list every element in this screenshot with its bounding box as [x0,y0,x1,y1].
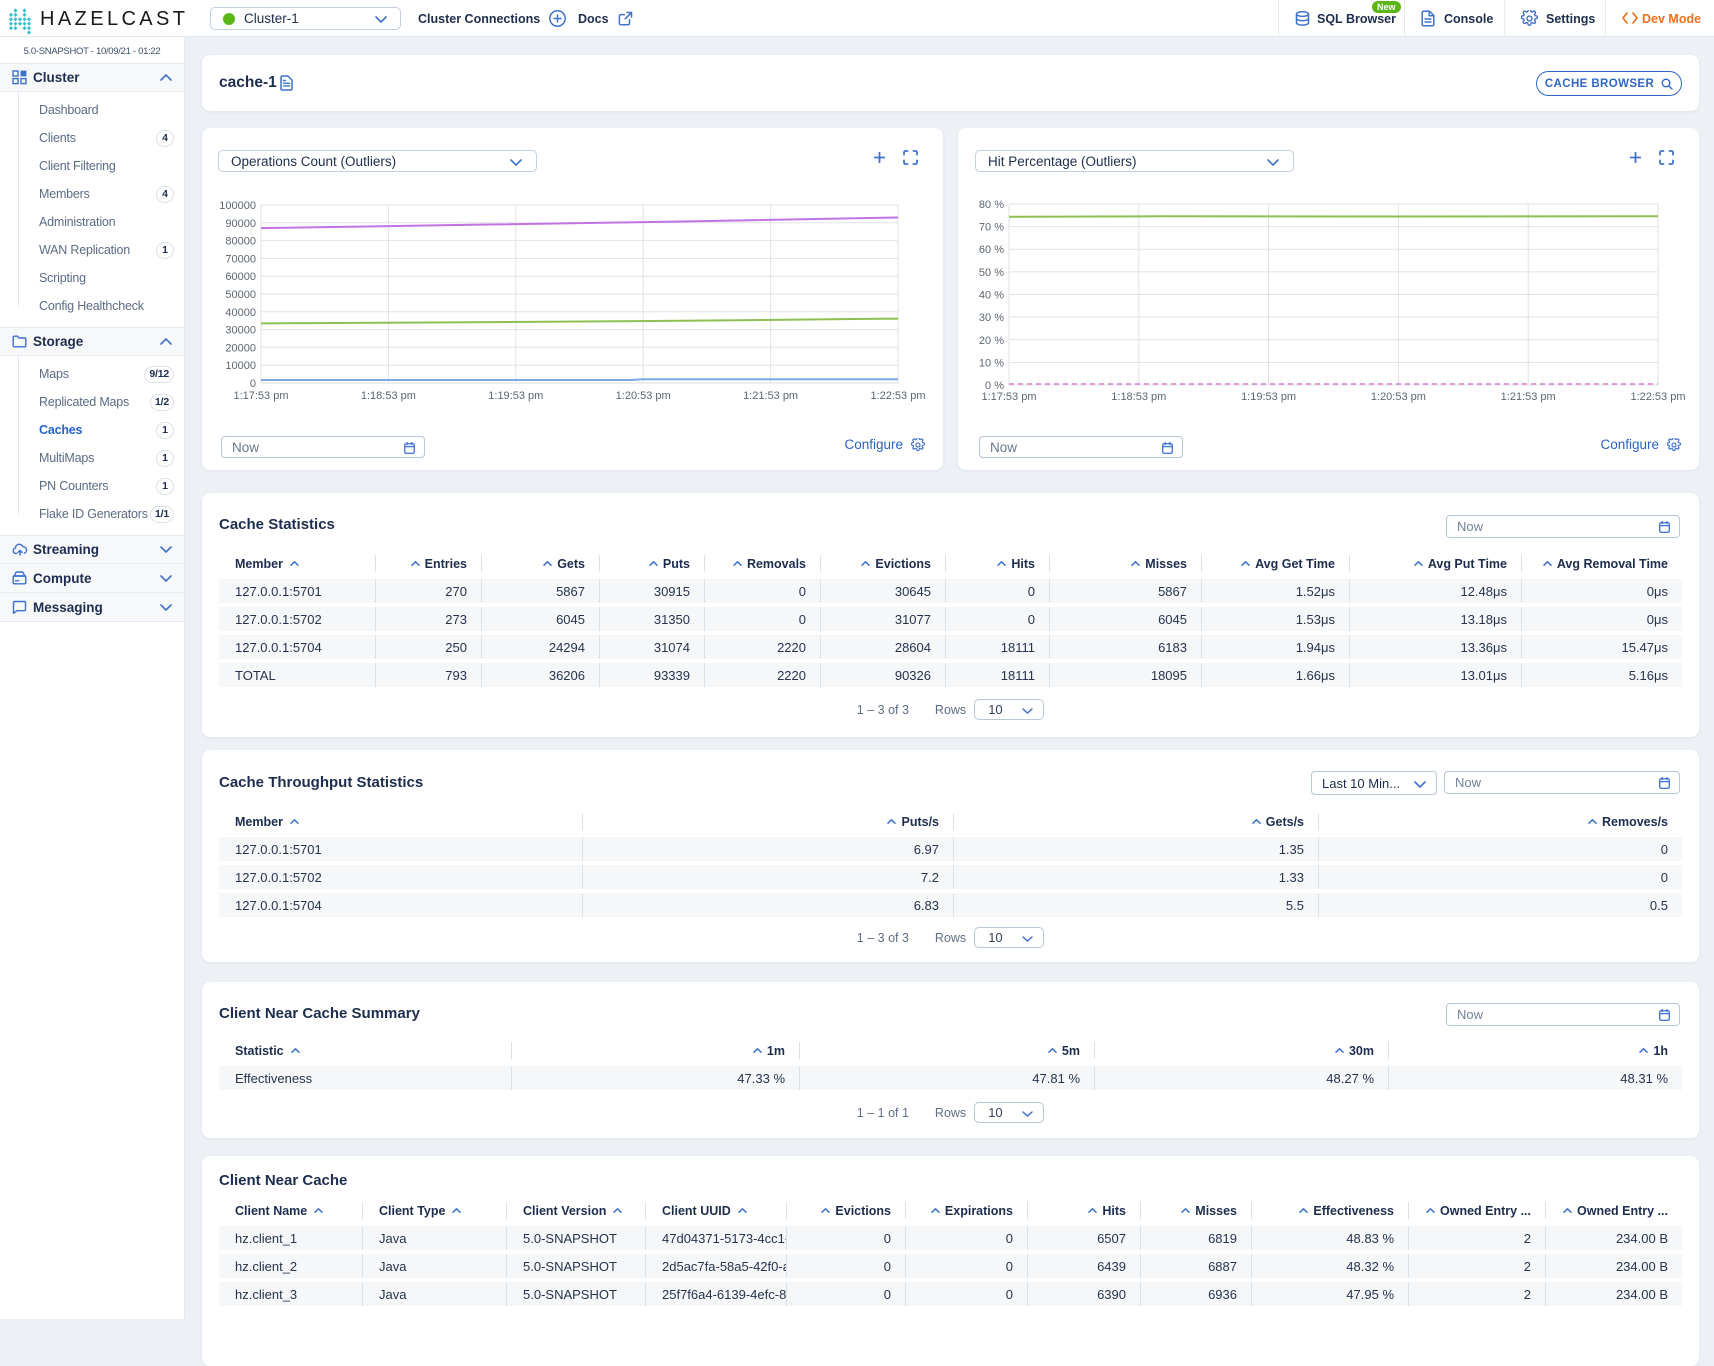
svg-text:60000: 60000 [225,271,256,283]
svg-text:1:17:53 pm: 1:17:53 pm [233,390,288,402]
svg-text:1:22:53 pm: 1:22:53 pm [1630,391,1685,403]
svg-text:1:19:53 pm: 1:19:53 pm [1241,391,1296,403]
svg-text:80000: 80000 [225,236,256,248]
svg-text:40000: 40000 [225,307,256,319]
svg-text:20 %: 20 % [979,335,1004,347]
svg-text:30000: 30000 [225,325,256,337]
svg-text:90000: 90000 [225,218,256,230]
svg-text:1:21:53 pm: 1:21:53 pm [1501,391,1556,403]
svg-text:1:18:53 pm: 1:18:53 pm [361,390,416,402]
svg-text:20000: 20000 [225,342,256,354]
svg-text:50000: 50000 [225,289,256,301]
svg-text:1:19:53 pm: 1:19:53 pm [488,390,543,402]
svg-text:1:18:53 pm: 1:18:53 pm [1111,391,1166,403]
svg-text:70 %: 70 % [979,222,1004,234]
svg-text:1:20:53 pm: 1:20:53 pm [616,390,671,402]
svg-text:1:17:53 pm: 1:17:53 pm [981,391,1036,403]
svg-text:0: 0 [250,378,256,390]
svg-text:60 %: 60 % [979,244,1004,256]
svg-text:70000: 70000 [225,253,256,265]
svg-text:50 %: 50 % [979,267,1004,279]
svg-text:40 %: 40 % [979,290,1004,302]
svg-text:100000: 100000 [219,200,256,212]
svg-text:30 %: 30 % [979,312,1004,324]
svg-text:1:20:53 pm: 1:20:53 pm [1371,391,1426,403]
svg-text:10000: 10000 [225,360,256,372]
svg-text:80 %: 80 % [979,199,1004,211]
svg-text:1:22:53 pm: 1:22:53 pm [870,390,925,402]
svg-text:1:21:53 pm: 1:21:53 pm [743,390,798,402]
svg-text:10 %: 10 % [979,357,1004,369]
